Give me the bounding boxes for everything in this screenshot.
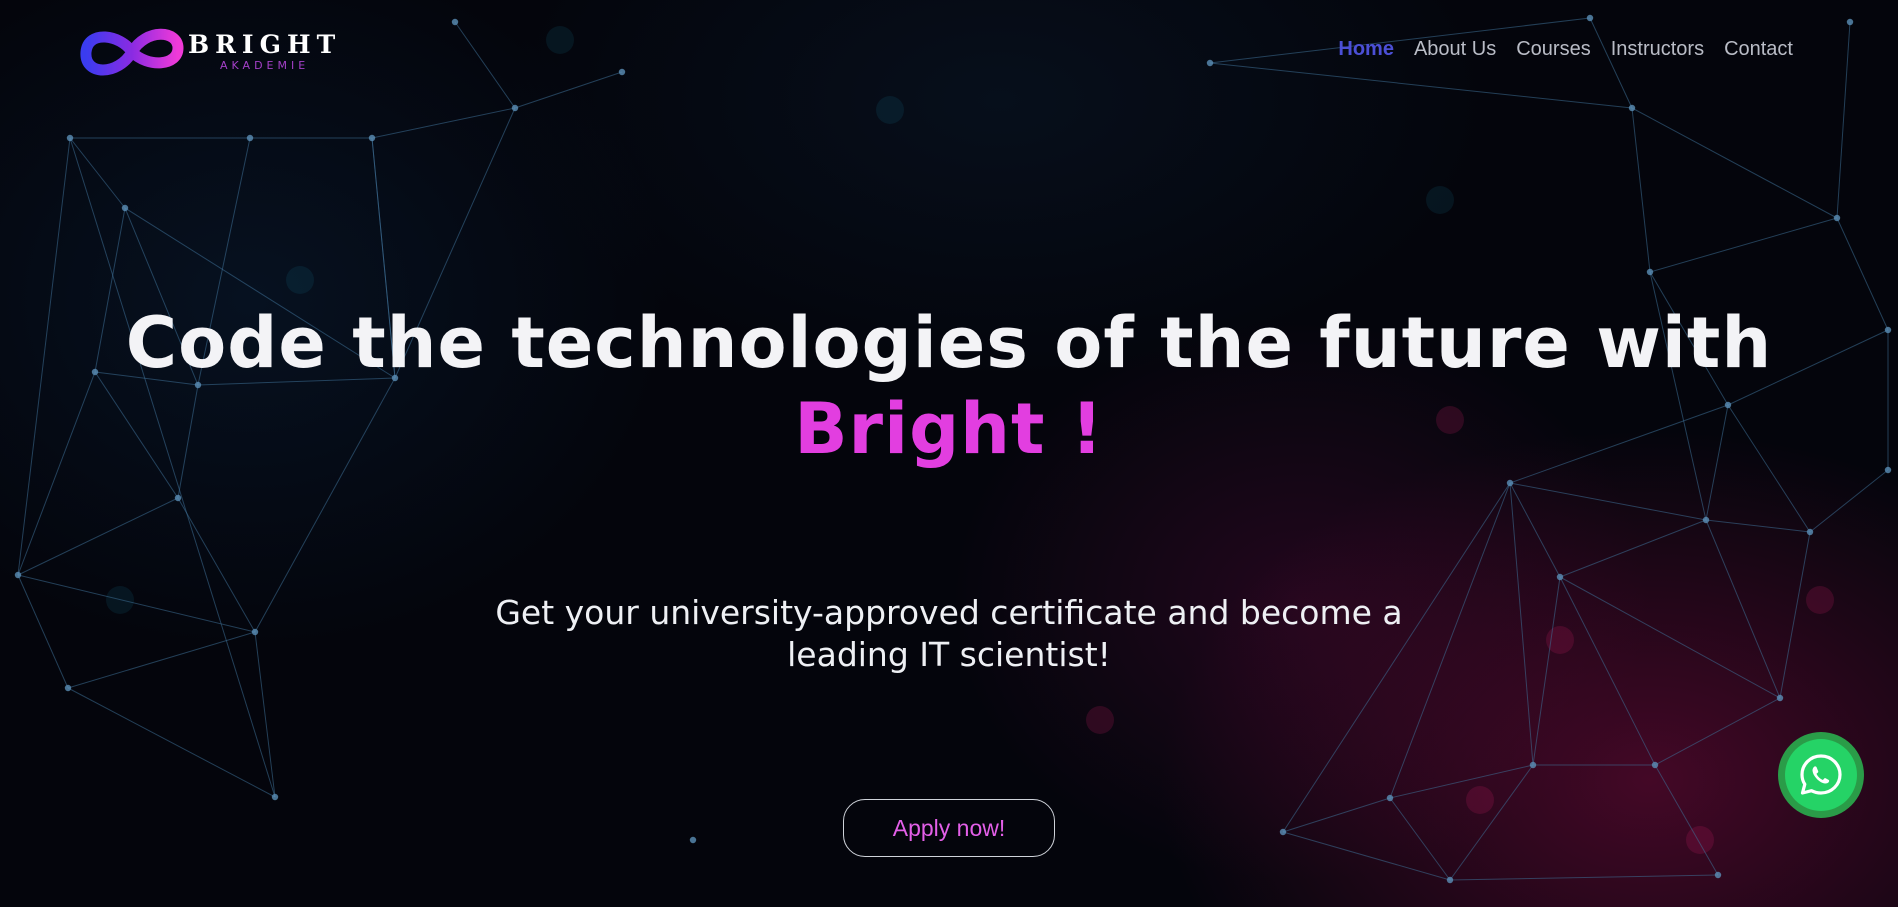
network-node	[271, 793, 279, 801]
network-node	[174, 494, 182, 502]
network-edge	[454, 21, 516, 109]
network-node	[1846, 18, 1854, 26]
network-node	[64, 684, 72, 692]
hero-page: BRIGHT AKADEMIE Home About Us Courses In…	[0, 0, 1898, 907]
network-node	[1206, 59, 1214, 67]
network-node	[1279, 828, 1287, 836]
network-node	[1714, 871, 1722, 879]
network-edge	[67, 687, 276, 798]
network-edge	[1836, 21, 1851, 219]
network-node	[121, 204, 129, 212]
network-node	[1646, 268, 1654, 276]
brand-subname: AKADEMIE	[220, 59, 310, 72]
network-node	[66, 134, 74, 142]
whatsapp-button-inner	[1785, 739, 1857, 811]
network-edge	[1654, 764, 1719, 876]
network-node	[1556, 573, 1564, 581]
hero-title: Code the technologies of the future with…	[0, 300, 1898, 472]
network-edge	[1509, 482, 1561, 578]
hero-subtitle-line1: Get your university-approved certificate…	[495, 593, 1403, 632]
network-edge	[1449, 874, 1719, 881]
network-node	[1806, 528, 1814, 536]
network-edge	[1631, 107, 1838, 219]
brand-logo[interactable]: BRIGHT AKADEMIE	[78, 16, 341, 88]
network-node	[1446, 876, 1454, 884]
glow-dot	[1466, 786, 1494, 814]
hero-title-brand: Bright	[794, 388, 1046, 470]
network-edge	[514, 71, 623, 109]
glow-dot	[286, 266, 314, 294]
network-node	[451, 18, 459, 26]
main-nav: Home About Us Courses Instructors Contac…	[1338, 38, 1793, 61]
network-edge	[69, 137, 126, 209]
network-edge	[1209, 62, 1633, 109]
network-node	[1586, 14, 1594, 22]
network-edge	[1449, 764, 1534, 881]
network-node	[368, 134, 376, 142]
network-node	[689, 836, 697, 844]
apply-now-button[interactable]: Apply now!	[843, 799, 1055, 857]
nav-item-home[interactable]: Home	[1338, 38, 1394, 61]
network-node	[1506, 479, 1514, 487]
network-edge	[1389, 764, 1534, 799]
network-node	[1833, 214, 1841, 222]
network-node	[1651, 761, 1659, 769]
hero-title-exclaim: !	[1070, 388, 1104, 470]
infinity-logo-icon	[80, 28, 184, 76]
glow-dot	[876, 96, 904, 124]
whatsapp-icon	[1800, 754, 1842, 795]
hero-subtitle: Get your university-approved certificate…	[0, 592, 1898, 676]
network-node	[1776, 694, 1784, 702]
network-node	[1529, 761, 1537, 769]
network-edge	[1654, 697, 1781, 766]
brand-wordmark: BRIGHT AKADEMIE	[188, 31, 341, 73]
hero-subtitle-line2: leading IT scientist!	[787, 635, 1111, 674]
network-node	[1628, 104, 1636, 112]
glow-dot	[1426, 186, 1454, 214]
hero-title-line1: Code the technologies of the future with	[125, 302, 1773, 384]
whatsapp-button[interactable]	[1778, 732, 1864, 818]
network-node	[246, 134, 254, 142]
network-edge	[1509, 482, 1707, 521]
glow-dot	[1686, 826, 1714, 854]
glow-dot	[546, 26, 574, 54]
network-edge	[17, 497, 179, 576]
nav-item-courses[interactable]: Courses	[1516, 38, 1590, 61]
nav-item-contact[interactable]: Contact	[1724, 38, 1793, 61]
network-edge	[1649, 217, 1838, 273]
network-edge	[1389, 797, 1451, 881]
network-node	[14, 571, 22, 579]
network-edge	[1559, 519, 1707, 578]
network-node	[511, 104, 519, 112]
nav-item-about-us[interactable]: About Us	[1414, 38, 1496, 61]
network-node	[1702, 516, 1710, 524]
network-edge	[1282, 797, 1391, 833]
network-node	[1386, 794, 1394, 802]
glow-dot	[1086, 706, 1114, 734]
network-edge	[1705, 519, 1811, 533]
network-edge	[1282, 831, 1451, 881]
nav-item-instructors[interactable]: Instructors	[1611, 38, 1704, 61]
network-node	[618, 68, 626, 76]
brand-name: BRIGHT	[188, 30, 342, 59]
network-edge	[371, 107, 516, 139]
network-edge	[1631, 107, 1651, 273]
network-edge	[1809, 469, 1889, 533]
network-edge	[1589, 17, 1633, 109]
